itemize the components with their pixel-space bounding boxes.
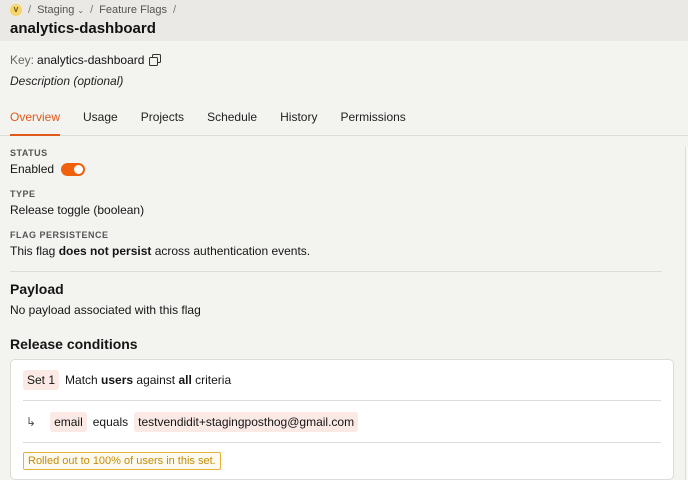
payload-text: No payload associated with this flag bbox=[10, 303, 201, 317]
rollout-row: Rolled out to 100% of users in this set. bbox=[23, 443, 661, 479]
tab-usage[interactable]: Usage bbox=[83, 110, 118, 136]
persistence-prefix: This flag bbox=[10, 244, 59, 258]
enabled-toggle[interactable] bbox=[61, 162, 86, 176]
payload-title: Payload bbox=[10, 281, 64, 297]
type-value: Release toggle (boolean) bbox=[10, 203, 145, 217]
chevron-down-icon: ⌄ bbox=[77, 5, 85, 15]
status-value: Enabled bbox=[10, 162, 55, 176]
breadcrumb-env[interactable]: Staging ⌄ bbox=[37, 4, 84, 16]
condition-set-card: Set 1 Match users against all criteria ↳… bbox=[10, 359, 674, 480]
persistence-label: FLAG PERSISTENCE bbox=[10, 230, 109, 240]
type-section: TYPE Release toggle (boolean) bbox=[10, 189, 678, 217]
match-mid: against bbox=[133, 373, 179, 387]
match-prefix: Match bbox=[65, 373, 102, 387]
match-all: all bbox=[178, 373, 192, 387]
flag-key-row: Key: analytics-dashboard bbox=[10, 53, 678, 67]
toggle-knob bbox=[74, 164, 84, 174]
breadcrumb-separator: / bbox=[90, 4, 94, 16]
divider bbox=[10, 271, 662, 272]
tab-bar: Overview Usage Projects Schedule History… bbox=[0, 110, 688, 136]
tab-permissions[interactable]: Permissions bbox=[340, 110, 405, 136]
tab-history[interactable]: History bbox=[280, 110, 317, 136]
persistence-value: This flag does not persist across authen… bbox=[10, 244, 678, 258]
copy-icon[interactable] bbox=[149, 54, 162, 66]
key-label: Key: bbox=[10, 53, 35, 67]
description-field[interactable]: Description (optional) bbox=[10, 74, 678, 88]
subdirectory-arrow-icon: ↳ bbox=[26, 414, 37, 429]
rollout-badge: Rolled out to 100% of users in this set. bbox=[23, 452, 221, 470]
condition-row: ↳ email equals testvendidit+stagingposth… bbox=[23, 401, 661, 443]
release-conditions-title: Release conditions bbox=[10, 336, 138, 352]
breadcrumb-env-label: Staging bbox=[37, 4, 75, 16]
tab-schedule[interactable]: Schedule bbox=[207, 110, 257, 136]
persistence-section: FLAG PERSISTENCE This flag does not pers… bbox=[10, 230, 678, 258]
condition-set-header: Set 1 Match users against all criteria bbox=[23, 360, 661, 401]
match-suffix: criteria bbox=[191, 373, 232, 387]
operator-text: equals bbox=[92, 414, 129, 429]
value-chip: testvendidit+stagingposthog@gmail.com bbox=[134, 411, 359, 432]
persistence-bold: does not persist bbox=[58, 244, 152, 258]
persistence-suffix: across authentication events. bbox=[151, 244, 311, 258]
tab-overview[interactable]: Overview bbox=[10, 110, 61, 136]
match-text: Match users against all criteria bbox=[65, 373, 231, 387]
match-users: users bbox=[101, 373, 134, 387]
main-content: Key: analytics-dashboard Description (op… bbox=[0, 53, 688, 480]
breadcrumb: V / Staging ⌄ / Feature Flags / bbox=[10, 3, 678, 17]
avatar[interactable]: V bbox=[10, 4, 22, 16]
status-section: STATUS Enabled bbox=[10, 148, 678, 176]
tab-projects[interactable]: Projects bbox=[141, 110, 184, 136]
key-value: analytics-dashboard bbox=[37, 53, 145, 67]
property-chip: email bbox=[50, 411, 87, 432]
top-bar: V / Staging ⌄ / Feature Flags / analytic… bbox=[0, 0, 688, 41]
set-badge: Set 1 bbox=[23, 370, 60, 390]
breadcrumb-separator: / bbox=[28, 4, 32, 16]
page-title: analytics-dashboard bbox=[10, 20, 156, 37]
breadcrumb-separator: / bbox=[173, 4, 177, 16]
type-label: TYPE bbox=[10, 189, 36, 199]
status-label: STATUS bbox=[10, 148, 48, 158]
breadcrumb-feature-flags[interactable]: Feature Flags bbox=[99, 4, 167, 16]
